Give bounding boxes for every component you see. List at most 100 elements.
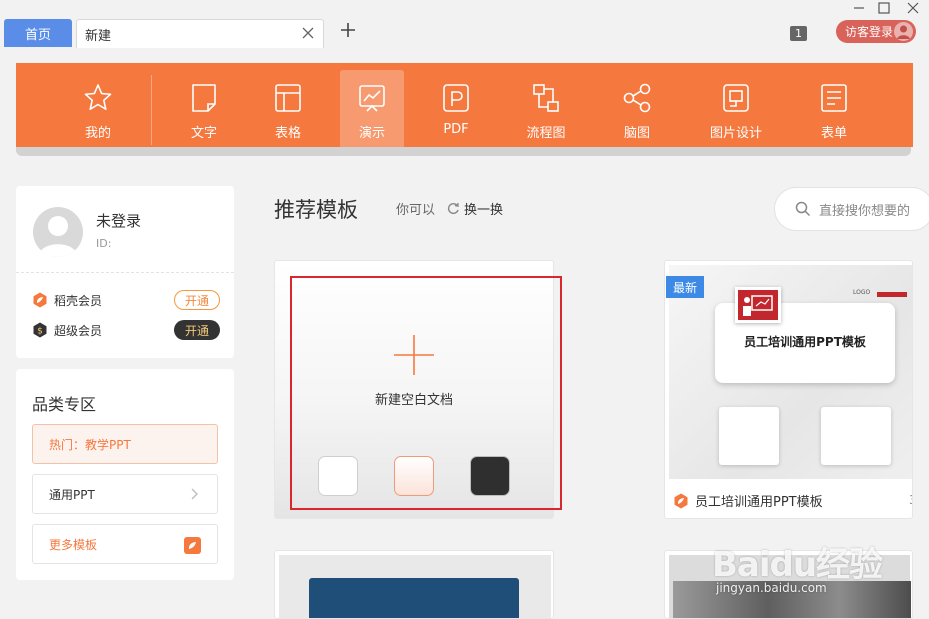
maximize-icon[interactable] — [877, 1, 891, 15]
theme-swatch-white[interactable] — [318, 456, 358, 496]
template-card[interactable] — [274, 550, 554, 619]
tool-form[interactable]: 表单 — [802, 70, 866, 147]
super-member-icon: $ — [33, 322, 47, 338]
tab-new-label: 新建 — [85, 28, 112, 44]
guest-login-label: 访客登录 — [845, 25, 894, 39]
open-docer-button[interactable]: 开通 — [174, 290, 220, 310]
chevron-right-icon — [191, 488, 198, 500]
refresh-button[interactable]: 换一换 — [447, 199, 503, 218]
star-icon — [84, 84, 112, 110]
template-slide-mini — [821, 407, 891, 465]
template-thumbnail: LOGO 员工培训通用PPT模板 — [669, 265, 912, 479]
member-label: 稻壳会员 — [54, 293, 103, 308]
presentation-icon — [359, 85, 385, 112]
template-name[interactable]: 员工培训通用PPT模板 — [673, 491, 823, 510]
refresh-hint: 你可以 — [396, 203, 436, 218]
member-label: 超级会员 — [54, 323, 103, 338]
template-thumbnail — [279, 555, 551, 618]
category-item-hot[interactable]: 热门：教学PPT — [32, 424, 218, 464]
refresh-label: 换一换 — [464, 203, 504, 218]
user-icon — [38, 216, 78, 257]
tool-label: 文字 — [190, 126, 217, 141]
template-card[interactable] — [664, 550, 913, 619]
flowchart-icon — [533, 84, 559, 112]
document-icon — [192, 84, 216, 112]
tool-text[interactable]: 文字 — [172, 70, 236, 147]
tool-label: 演示 — [358, 126, 385, 141]
template-extra: 3 — [909, 493, 912, 507]
table-icon — [275, 84, 301, 112]
category-panel: 品类专区 热门：教学PPT 通用PPT 更多模板 — [16, 369, 234, 580]
open-super-button[interactable]: 开通 — [174, 320, 220, 340]
guest-login-button[interactable]: 访客登录 — [836, 20, 916, 43]
svg-text:$: $ — [37, 327, 43, 337]
member-row-super: $ 超级会员 开通 — [32, 320, 220, 340]
tool-image-design[interactable]: 图片设计 — [704, 70, 768, 147]
tool-label: 表单 — [820, 126, 847, 141]
tab-bar: 首页 新建 1 访客登录 — [0, 0, 929, 48]
tab-home[interactable]: 首页 — [4, 19, 72, 47]
mindmap-icon — [623, 83, 651, 113]
tool-pdf[interactable]: PDF — [424, 70, 488, 147]
tab-new[interactable]: 新建 — [76, 19, 324, 48]
presentation-icon — [735, 287, 781, 323]
toolbar-scrollbar[interactable] — [16, 147, 911, 156]
category-item-label: 热门：教学PPT — [49, 437, 131, 452]
divider — [16, 272, 234, 273]
add-tab-button[interactable] — [338, 22, 358, 44]
close-icon[interactable] — [301, 26, 315, 40]
tool-label: 我的 — [84, 126, 111, 141]
form-icon — [821, 84, 847, 112]
template-thumbnail — [669, 555, 911, 618]
plus-icon — [394, 335, 434, 375]
theme-swatch-peach[interactable] — [394, 456, 434, 496]
image-design-icon — [723, 84, 749, 112]
tool-mindmap[interactable]: 脑图 — [605, 70, 669, 147]
user-name[interactable]: 未登录 — [96, 210, 141, 231]
template-thumbnail-bar — [309, 578, 519, 618]
category-item-label: 更多模板 — [49, 537, 98, 552]
refresh-icon — [447, 202, 459, 214]
member-row-docer: 稻壳会员 开通 — [32, 290, 220, 310]
docer-logo-icon — [184, 537, 201, 554]
minimize-icon[interactable] — [852, 1, 866, 15]
new-badge: 最新 — [666, 276, 704, 298]
pdf-icon — [443, 84, 469, 112]
tool-label: 图片设计 — [709, 126, 762, 141]
close-window-icon[interactable] — [906, 1, 920, 15]
category-title: 品类专区 — [32, 395, 97, 414]
theme-swatch-dark[interactable] — [470, 456, 510, 496]
page-title: 推荐模板 — [274, 198, 358, 222]
category-item-general[interactable]: 通用PPT — [32, 474, 218, 514]
template-card[interactable]: LOGO 员工培训通用PPT模板 最新 员工培训通用PPT模板 3 — [664, 260, 913, 519]
category-toolbar: 我的 文字 表格 演示 PDF 流程图 脑图 图片设计 表单 — [16, 63, 913, 147]
tool-sheet[interactable]: 表格 — [256, 70, 320, 147]
tool-label: 脑图 — [623, 126, 650, 141]
category-item-more[interactable]: 更多模板 — [32, 524, 218, 564]
plus-icon — [341, 23, 355, 37]
template-name-label: 员工培训通用PPT模板 — [695, 495, 823, 510]
tool-label: PDF — [443, 122, 469, 137]
toolbar-divider — [151, 75, 152, 145]
tool-presentation[interactable]: 演示 — [340, 70, 404, 147]
search-placeholder: 直接搜你想要的 — [819, 203, 911, 219]
window-count-badge[interactable]: 1 — [790, 26, 807, 41]
tool-mine[interactable]: 我的 — [66, 70, 130, 147]
category-item-label: 通用PPT — [49, 487, 95, 502]
user-panel: 未登录 ID: 稻壳会员 开通 $ 超级会员 开通 — [16, 186, 234, 358]
tool-label: 流程图 — [526, 126, 566, 141]
template-logo-bar — [877, 292, 907, 297]
template-slide-mini — [719, 407, 779, 465]
template-slide-title: 员工培训通用PPT模板 — [744, 335, 866, 349]
new-blank-document-label: 新建空白文档 — [374, 393, 453, 408]
search-input[interactable]: 直接搜你想要的 — [774, 187, 929, 231]
tool-label: 表格 — [274, 126, 301, 141]
avatar-icon — [894, 22, 913, 41]
avatar[interactable] — [33, 207, 83, 257]
tool-flowchart[interactable]: 流程图 — [514, 70, 578, 147]
docer-logo-icon — [33, 292, 47, 308]
search-icon — [795, 201, 811, 217]
template-logo-text: LOGO — [853, 289, 871, 296]
template-thumbnail-image — [673, 581, 911, 618]
user-id: ID: — [96, 237, 112, 250]
